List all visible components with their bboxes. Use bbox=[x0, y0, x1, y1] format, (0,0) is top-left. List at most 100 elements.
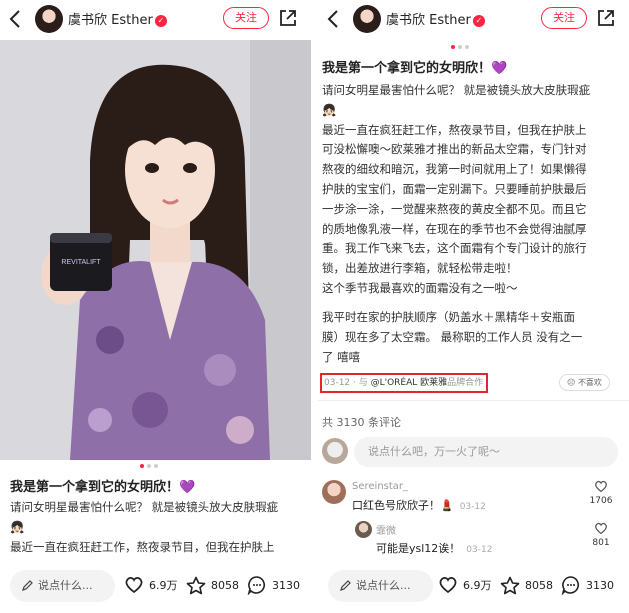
comment-input-placeholder: 说点什么... bbox=[356, 579, 411, 592]
follow-button[interactable]: 关注 bbox=[541, 7, 587, 29]
comment-like-button[interactable]: 1706 bbox=[586, 480, 616, 506]
verified-badge-icon: ✓ bbox=[154, 15, 167, 27]
product-label: REVITALIFT bbox=[61, 259, 101, 266]
carousel-dot bbox=[458, 45, 462, 49]
post-body-routine: 我平时在家的护肤顺序（奶盖水＋黑精华＋安瓶面 膜）现在多了太空霜。 最称职的工作… bbox=[322, 308, 582, 367]
dislike-label: 不喜欢 bbox=[577, 378, 602, 387]
carousel-indicator bbox=[451, 45, 469, 51]
comment-count: 3130 bbox=[272, 578, 300, 592]
dislike-face-icon: ☹ bbox=[567, 378, 576, 387]
post-body-line: 👧🏻 bbox=[322, 102, 337, 117]
carousel-dot bbox=[147, 464, 151, 468]
reply-like-button[interactable]: 801 bbox=[586, 522, 616, 548]
heart-icon bbox=[125, 577, 143, 594]
pen-icon bbox=[340, 580, 351, 591]
author-name[interactable]: 虞书欣 Esther ✓ bbox=[68, 9, 167, 28]
post-title: 我是第一个拿到它的女明欣！💜 bbox=[10, 480, 196, 495]
comment-button[interactable]: 3130 bbox=[561, 573, 614, 597]
post-body-line: 最近一直在疯狂赶工作，熬夜录节目，但我在护肤上 bbox=[10, 539, 275, 554]
post-meta-brand-collab[interactable]: 03-12 · 与 @L'ORÉAL 欧莱雅品牌合作 bbox=[320, 373, 488, 393]
collect-count: 8058 bbox=[525, 578, 553, 592]
author-name-text: 虞书欣 Esther bbox=[68, 13, 153, 28]
comment-bubble-icon bbox=[561, 576, 580, 595]
commenter-avatar[interactable] bbox=[322, 480, 346, 504]
top-bar: 虞书欣 Esther ✓ 关注 bbox=[318, 0, 629, 40]
bottom-action-bar: 说点什么... 6.9万 8058 3130 bbox=[318, 563, 629, 613]
post-body-line: 请问女明星最害怕什么呢？ 就是被镜头放大皮肤瑕疵 bbox=[10, 500, 279, 514]
share-icon[interactable] bbox=[278, 8, 298, 28]
comment-bubble-icon bbox=[247, 576, 266, 595]
comment-count: 3130 bbox=[586, 578, 614, 592]
post-photo[interactable]: REVITALIFT bbox=[0, 40, 311, 460]
like-count: 6.9万 bbox=[463, 579, 492, 592]
comment-input[interactable]: 说点什么... bbox=[10, 570, 115, 602]
post-body-line: 最近一直在疯狂赶工作，熬夜录节目，但我在护肤上 bbox=[322, 122, 587, 137]
like-count: 6.9万 bbox=[149, 579, 178, 592]
star-icon bbox=[500, 576, 520, 594]
top-bar: 虞书欣 Esther ✓ 关注 bbox=[0, 0, 311, 40]
post-body-line: 一步涂一涂，一觉醒来熬夜的黄皮全都不见。而且它 bbox=[322, 201, 587, 216]
collect-button[interactable]: 8058 bbox=[500, 573, 553, 597]
reply-text-content: 可能是ysl12诶！ bbox=[376, 542, 461, 555]
carousel-dot-active bbox=[140, 464, 144, 468]
reply-avatar[interactable] bbox=[355, 521, 372, 538]
reply-like-count: 801 bbox=[592, 538, 610, 548]
section-divider bbox=[318, 400, 629, 401]
carousel-dot-active bbox=[451, 45, 455, 49]
reply-time: 03-12 bbox=[466, 545, 493, 555]
post-body-line: 膜）现在多了太空霜。 最称职的工作人员 没有之一 bbox=[322, 329, 583, 344]
author-name[interactable]: 虞书欣 Esther ✓ bbox=[386, 9, 485, 28]
verified-badge-icon: ✓ bbox=[472, 15, 485, 27]
post-body-line: 我平时在家的护肤顺序（奶盖水＋黑精华＋安瓶面 bbox=[322, 310, 575, 324]
my-avatar bbox=[322, 438, 348, 464]
comment-text-content: 口红色号欣欣子！💄 bbox=[352, 499, 454, 512]
bottom-action-bar: 说点什么... 6.9万 8058 3130 bbox=[0, 563, 311, 613]
star-icon bbox=[186, 576, 206, 594]
pen-icon bbox=[22, 580, 33, 591]
collect-button[interactable]: 8058 bbox=[186, 573, 239, 597]
author-avatar[interactable] bbox=[35, 5, 63, 33]
heart-icon bbox=[595, 480, 607, 493]
author-avatar[interactable] bbox=[353, 5, 381, 33]
follow-button[interactable]: 关注 bbox=[223, 7, 269, 29]
right-screen: 虞书欣 Esther ✓ 关注 我是第一个拿到它的女明欣！💜 请问女明星最害怕什么… bbox=[318, 0, 629, 613]
post-body-line: 这个季节我最喜欢的面霜没有之一啦～ bbox=[322, 280, 518, 295]
comment-author[interactable]: Sereinstar_ bbox=[352, 481, 408, 492]
like-button[interactable]: 6.9万 bbox=[438, 573, 492, 597]
post-body: 请问女明星最害怕什么呢？ 就是被镜头放大皮肤瑕疵 👧🏻 最近一直在疯狂赶工作，熬… bbox=[322, 81, 590, 299]
comment-button[interactable]: 3130 bbox=[247, 573, 300, 597]
brand-collab-label: 品牌合作 bbox=[447, 378, 484, 388]
comment-time: 03-12 bbox=[459, 502, 486, 512]
post-body-line: 护肤的宝宝们，面霜一定别漏下。只要睡前护肤最后 bbox=[322, 181, 587, 196]
screen-divider bbox=[311, 0, 318, 613]
heart-icon bbox=[595, 522, 607, 535]
carousel-dot bbox=[465, 45, 469, 49]
post-body-line: 熬夜的细纹和暗沉，我第一时间就用上了！如果懒得 bbox=[322, 162, 587, 177]
dislike-button[interactable]: ☹ 不喜欢 bbox=[559, 374, 610, 391]
comment-input[interactable]: 说点什么... bbox=[328, 570, 433, 602]
back-chevron-icon[interactable] bbox=[8, 8, 28, 30]
post-title: 我是第一个拿到它的女明欣！💜 bbox=[322, 61, 508, 76]
post-body-line: 重。我工作飞来飞去，这个面霜有个专门设计的旅行 bbox=[322, 241, 587, 256]
post-body-line: 👧🏻 bbox=[10, 519, 25, 534]
post-body-line: 请问女明星最害怕什么呢？ 就是被镜头放大皮肤瑕疵 bbox=[322, 83, 591, 97]
like-button[interactable]: 6.9万 bbox=[124, 573, 178, 597]
back-chevron-icon[interactable] bbox=[326, 8, 346, 30]
post-body-line: 的质地像乳液一样，在现在的季节也不会觉得油腻厚 bbox=[322, 221, 587, 236]
author-name-text: 虞书欣 Esther bbox=[386, 13, 471, 28]
share-icon[interactable] bbox=[596, 8, 616, 28]
post-date: 03-12 · 与 bbox=[324, 378, 371, 388]
heart-icon bbox=[439, 577, 457, 594]
left-screen: 虞书欣 Esther ✓ 关注 REVITALIFT 我是第一个拿到它的女明欣！… bbox=[0, 0, 311, 613]
comment-count-label: 共 3130 条评论 bbox=[322, 416, 401, 429]
comment-text: 口红色号欣欣子！💄 03-12 bbox=[352, 497, 486, 513]
post-body-preview: 请问女明星最害怕什么呢？ 就是被镜头放大皮肤瑕疵 👧🏻 最近一直在疯狂赶工作，熬… bbox=[10, 498, 278, 557]
carousel-indicator bbox=[140, 464, 158, 470]
brand-mention-link[interactable]: @L'ORÉAL 欧莱雅 bbox=[371, 378, 448, 388]
comment-like-count: 1706 bbox=[589, 496, 613, 506]
reply-author[interactable]: 霏微 bbox=[376, 522, 396, 537]
carousel-dot bbox=[154, 464, 158, 468]
comment-input-field[interactable]: 说点什么吧，万一火了呢～ bbox=[354, 437, 618, 467]
collect-count: 8058 bbox=[211, 578, 239, 592]
comment-input-placeholder: 说点什么... bbox=[38, 579, 93, 592]
